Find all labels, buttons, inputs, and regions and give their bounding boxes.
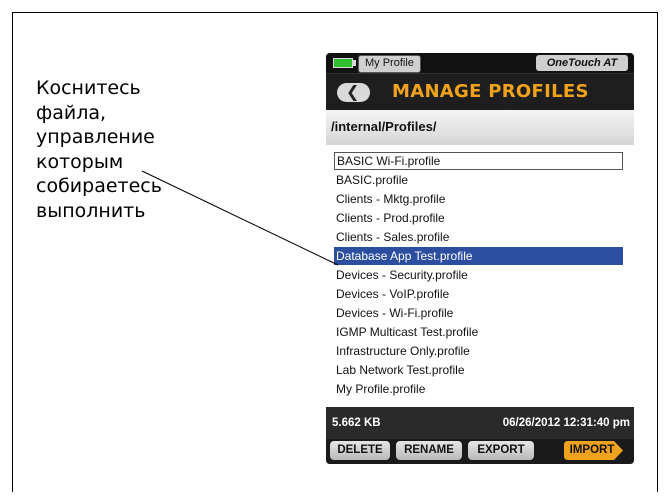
- leader-line: [141, 170, 339, 266]
